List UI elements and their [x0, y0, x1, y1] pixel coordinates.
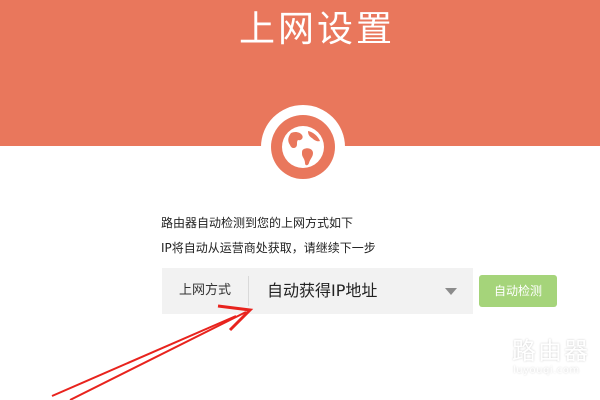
- caret-down-icon[interactable]: [445, 288, 457, 295]
- watermark-domain: luyouqi.com: [513, 365, 580, 376]
- connection-type-row: 上网方式 自动获得IP地址: [162, 268, 473, 314]
- detection-message: 路由器自动检测到您的上网方式如下: [161, 216, 354, 230]
- instruction-message: IP将自动从运营商处获取，请继续下一步: [161, 241, 376, 255]
- page-title: 上网设置: [238, 9, 395, 50]
- router-setup-page: 上网设置 路由器自动检测到您的上网方式如下 IP将自动从运营商处获取，请继续下一…: [0, 0, 600, 400]
- connection-type-label: 上网方式: [178, 283, 231, 298]
- globe-badge: [261, 105, 345, 189]
- router-logo-icon: [460, 338, 502, 380]
- watermark: 路由器 luyouqi.com: [460, 336, 590, 382]
- connection-type-value: 自动获得IP地址: [267, 281, 378, 300]
- globe-icon: [271, 115, 335, 179]
- watermark-text: 路由器: [512, 337, 590, 365]
- auto-detect-button[interactable]: 自动检测: [479, 275, 557, 307]
- connection-type-select[interactable]: 自动获得IP地址: [249, 268, 473, 314]
